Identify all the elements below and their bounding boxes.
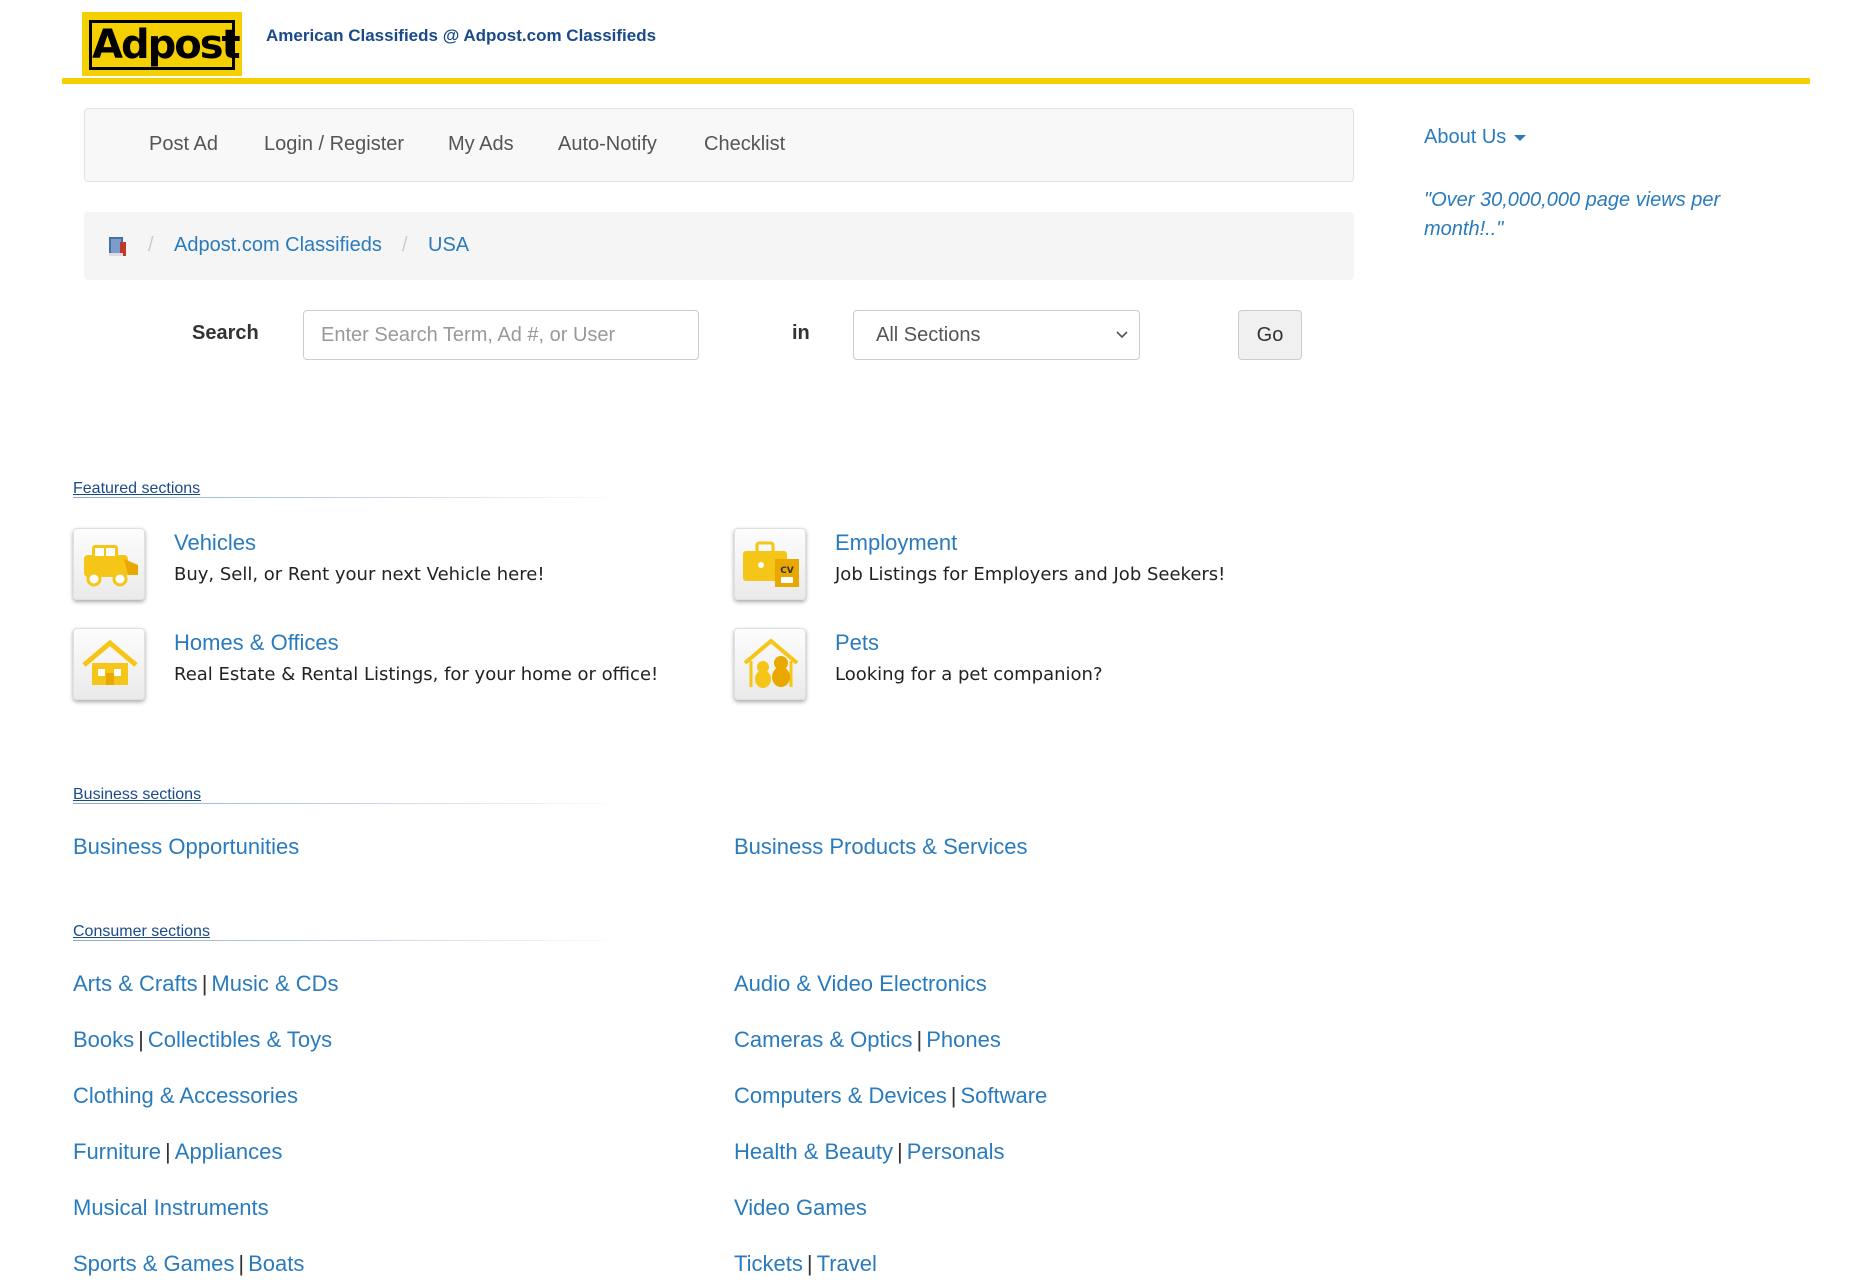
musical-instruments-link[interactable]: Musical Instruments [73,1195,269,1220]
list-item: Video Games [734,1195,867,1221]
books-link[interactable]: Books [73,1027,134,1052]
link-separator: | [806,1251,813,1276]
list-item: Tickets | Travel [734,1251,877,1277]
breadcrumb: / Adpost.com Classifieds / USA [84,212,1354,280]
page-views-quote: "Over 30,000,000 page views per month!..… [1424,189,1721,240]
search-label: Search [192,322,259,344]
section-divider [73,803,633,804]
business-opportunities-link[interactable]: Business Opportunities [73,834,299,860]
link-separator: | [896,1139,903,1164]
featured-employment-link[interactable]: Employment [835,530,957,556]
travel-link[interactable]: Travel [817,1251,877,1276]
nav-checklist[interactable]: Checklist [704,133,785,156]
link-separator: | [201,971,208,996]
tickets-link[interactable]: Tickets [734,1251,803,1276]
section-select-value: All Sections [876,324,981,346]
list-item: Musical Instruments [73,1195,269,1221]
consumer-sections-header: Consumer sections [73,923,633,941]
car-icon[interactable] [73,528,145,600]
about-us-label: About Us [1424,126,1507,148]
nav-login-register[interactable]: Login / Register [264,133,404,156]
link-separator: | [950,1083,957,1108]
svg-text:CV: CV [780,566,794,576]
briefcase-cv-icon[interactable]: CV [734,528,806,600]
clothing-accessories-link[interactable]: Clothing & Accessories [73,1083,298,1108]
furniture-link[interactable]: Furniture [73,1139,161,1164]
pets-icon-graphic [743,638,799,688]
section-divider [73,497,633,498]
breadcrumb-separator: / [402,234,408,256]
nav-post-ad[interactable]: Post Ad [149,133,218,156]
featured-vehicles-desc: Buy, Sell, or Rent your next Vehicle her… [174,564,545,585]
go-button[interactable]: Go [1238,310,1302,360]
featured-pets-desc: Looking for a pet companion? [835,664,1103,685]
link-separator: | [138,1027,144,1052]
business-sections-header: Business sections [73,786,633,804]
site-header: Adpost American Classifieds @ Adpost.com… [62,12,1810,84]
featured-homes-desc: Real Estate & Rental Listings, for your … [174,664,659,685]
breadcrumb-home[interactable]: Adpost.com Classifieds [174,234,382,257]
link-separator: | [165,1139,171,1164]
sports-games-link[interactable]: Sports & Games [73,1251,234,1276]
computers-devices-link[interactable]: Computers & Devices [734,1083,947,1108]
business-sections-title: Business sections [73,786,202,803]
list-item: Books | Collectibles & Toys [73,1027,332,1053]
software-link[interactable]: Software [960,1083,1047,1108]
about-us-dropdown[interactable]: About Us [1424,126,1527,149]
breadcrumb-usa[interactable]: USA [428,234,469,257]
featured-employment-desc: Job Listings for Employers and Job Seeke… [835,564,1226,585]
list-item: Arts & Crafts | Music & CDs [73,971,339,997]
boats-link[interactable]: Boats [248,1251,304,1276]
arts-crafts-link[interactable]: Arts & Crafts [73,971,198,996]
featured-vehicles-link[interactable]: Vehicles [174,530,256,556]
list-item: Clothing & Accessories [73,1083,298,1109]
collectibles-toys-link[interactable]: Collectibles & Toys [148,1027,332,1052]
chevron-down-icon [1116,331,1128,339]
featured-pets-link[interactable]: Pets [835,630,879,656]
list-item: Furniture | Appliances [73,1139,282,1165]
featured-sections-header: Featured sections [73,480,633,498]
phones-link[interactable]: Phones [926,1027,1001,1052]
search-input[interactable] [303,310,699,360]
list-item: Health & Beauty | Personals [734,1139,1005,1165]
briefcase-cv-icon-graphic: CV [743,541,799,587]
cameras-optics-link[interactable]: Cameras & Optics [734,1027,913,1052]
health-beauty-link[interactable]: Health & Beauty [734,1139,893,1164]
section-divider [73,940,633,941]
consumer-sections-title: Consumer sections [73,923,210,940]
featured-sections-title: Featured sections [73,480,201,497]
section-select[interactable]: All Sections [853,310,1140,360]
business-products-services-link[interactable]: Business Products & Services [734,834,1027,860]
breadcrumb-separator: / [148,234,154,256]
link-separator: | [916,1027,923,1052]
logo-text: Adpost [89,20,241,70]
list-item: Computers & Devices | Software [734,1083,1047,1109]
featured-homes-link[interactable]: Homes & Offices [174,630,339,656]
main-nav: Post Ad Login / Register My Ads Auto-Not… [84,108,1354,182]
house-icon-graphic [82,639,138,685]
music-cds-link[interactable]: Music & CDs [211,971,338,996]
in-label: in [792,322,810,344]
appliances-link[interactable]: Appliances [175,1139,283,1164]
link-separator: | [238,1251,245,1276]
book-icon[interactable] [106,234,128,258]
car-icon-graphic [84,545,138,587]
video-games-link[interactable]: Video Games [734,1195,867,1220]
nav-auto-notify[interactable]: Auto-Notify [558,133,657,156]
house-icon[interactable] [73,628,145,700]
nav-my-ads[interactable]: My Ads [448,133,514,156]
audio-video-electronics-link[interactable]: Audio & Video Electronics [734,971,987,996]
site-tagline: American Classifieds @ Adpost.com Classi… [266,26,657,45]
list-item: Sports & Games | Boats [73,1251,304,1277]
caret-down-icon [1514,134,1527,141]
personals-link[interactable]: Personals [907,1139,1005,1164]
pets-icon[interactable] [734,628,806,700]
adpost-logo[interactable]: Adpost [82,12,242,76]
list-item: Audio & Video Electronics [734,971,987,997]
list-item: Cameras & Optics | Phones [734,1027,1001,1053]
